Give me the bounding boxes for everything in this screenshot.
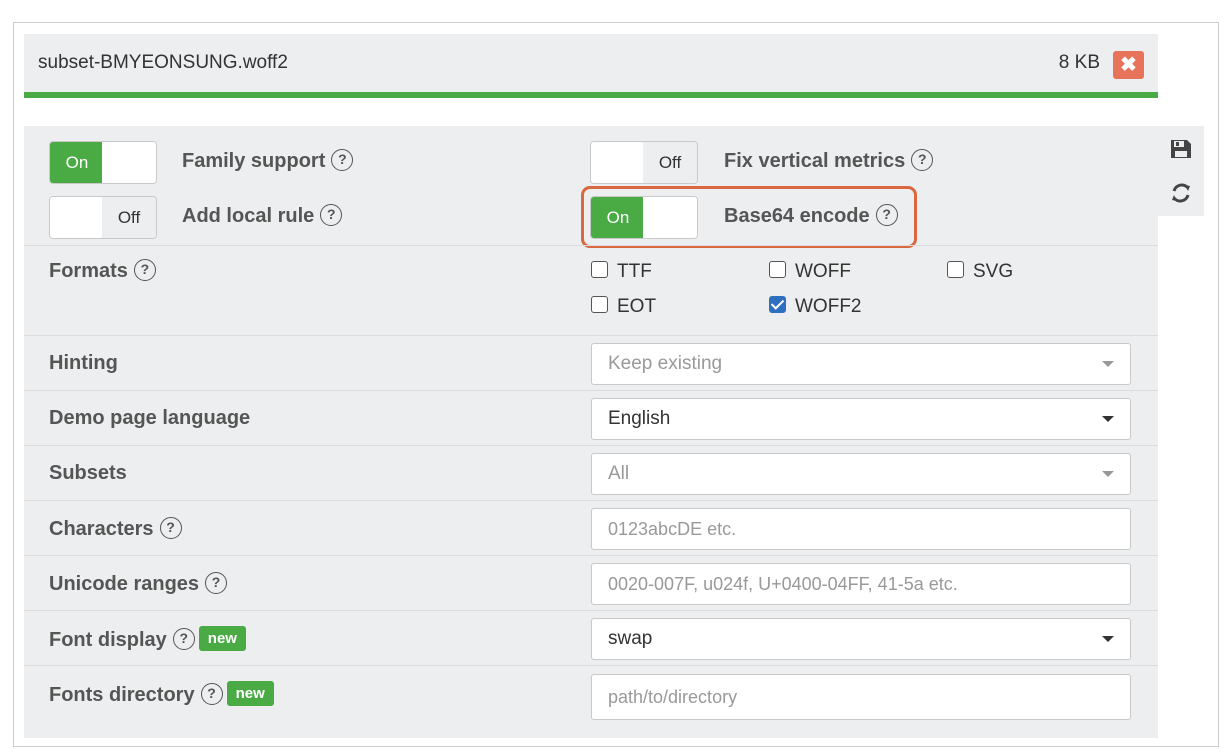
divider <box>24 445 1158 446</box>
font-display-label: Font display? new <box>49 626 246 653</box>
toggle-knob <box>591 142 645 183</box>
divider <box>24 245 1158 246</box>
help-icon[interactable]: ? <box>159 516 182 539</box>
toggle-off-label: Off <box>102 197 156 238</box>
file-name: subset-BMYEONSUNG.woff2 <box>38 52 288 73</box>
toggle-knob <box>50 197 104 238</box>
help-icon[interactable]: ? <box>320 203 343 226</box>
help-icon[interactable]: ? <box>200 682 223 705</box>
toggle-on-label: On <box>591 197 645 238</box>
help-icon[interactable]: ? <box>172 627 195 650</box>
help-icon[interactable]: ? <box>205 571 228 594</box>
side-tools <box>1158 126 1204 216</box>
chevron-down-icon <box>1102 471 1114 477</box>
save-icon[interactable] <box>1166 134 1196 164</box>
file-header: subset-BMYEONSUNG.woff2 8 KB ✖ <box>24 34 1158 94</box>
toggle-on-label: On <box>50 142 104 183</box>
fix-vertical-metrics-label: Fix vertical metrics? <box>724 148 934 173</box>
upload-progress-bar <box>24 92 1158 98</box>
toggle-knob <box>643 197 697 238</box>
format-checkbox-ttf[interactable]: TTF <box>591 261 652 283</box>
demo-language-label: Demo page language <box>49 407 251 429</box>
help-icon[interactable]: ? <box>133 258 156 281</box>
fonts-directory-input[interactable]: path/to/directory <box>591 674 1131 720</box>
toggle-off-label: Off <box>643 142 697 183</box>
format-checkbox-svg[interactable]: SVG <box>947 261 1013 283</box>
divider <box>24 610 1158 611</box>
format-checkbox-eot[interactable]: EOT <box>591 296 656 318</box>
new-badge: new <box>226 681 274 706</box>
fonts-directory-label: Fonts directory? new <box>49 681 274 708</box>
divider <box>24 665 1158 666</box>
checkbox-box[interactable] <box>591 296 608 314</box>
checkbox-box[interactable] <box>947 261 964 279</box>
divider <box>24 335 1158 336</box>
family-support-label: Family support? <box>182 148 354 173</box>
checkbox-box-checked[interactable] <box>769 296 786 314</box>
add-local-rule-label: Add local rule? <box>182 203 343 228</box>
demo-language-select[interactable]: English <box>591 398 1131 440</box>
format-checkbox-woff2[interactable]: WOFF2 <box>769 296 862 318</box>
chevron-down-icon <box>1102 361 1114 367</box>
add-local-rule-toggle[interactable]: Off <box>49 196 157 239</box>
divider <box>24 500 1158 501</box>
base64-encode-label: Base64 encode? <box>724 203 898 228</box>
chevron-down-icon <box>1102 636 1114 642</box>
hinting-label: Hinting <box>49 352 118 374</box>
help-icon[interactable]: ? <box>331 148 354 171</box>
font-display-select[interactable]: swap <box>591 618 1131 660</box>
unicode-ranges-input[interactable]: 0020-007F, u024f, U+0400-04FF, 41-5a etc… <box>591 563 1131 605</box>
new-badge: new <box>198 626 246 651</box>
reload-icon[interactable] <box>1166 178 1196 208</box>
divider <box>24 390 1158 391</box>
help-icon[interactable]: ? <box>875 203 898 226</box>
formats-label: Formats? <box>49 258 156 283</box>
chevron-down-icon <box>1102 416 1114 422</box>
close-icon[interactable]: ✖ <box>1113 51 1144 79</box>
characters-input[interactable]: 0123abcDE etc. <box>591 508 1131 550</box>
characters-label: Characters? <box>49 516 182 541</box>
checkbox-box[interactable] <box>591 261 608 279</box>
divider <box>24 555 1158 556</box>
family-support-toggle[interactable]: On <box>49 141 157 184</box>
unicode-ranges-label: Unicode ranges? <box>49 571 228 596</box>
base64-encode-toggle[interactable]: On <box>590 196 698 239</box>
subsets-select[interactable]: All <box>591 453 1131 495</box>
hinting-select[interactable]: Keep existing <box>591 343 1131 385</box>
format-checkbox-woff[interactable]: WOFF <box>769 261 851 283</box>
subsets-label: Subsets <box>49 462 127 484</box>
file-size: 8 KB <box>1058 52 1100 73</box>
fix-vertical-metrics-toggle[interactable]: Off <box>590 141 698 184</box>
help-icon[interactable]: ? <box>911 148 934 171</box>
toggle-knob <box>102 142 156 183</box>
checkbox-box[interactable] <box>769 261 786 279</box>
